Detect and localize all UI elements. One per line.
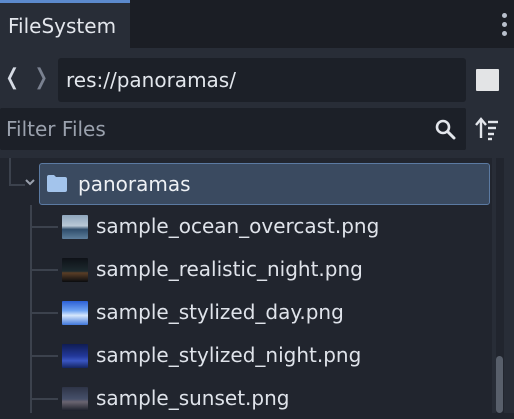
dock-tab-bar: FileSystem <box>0 0 514 48</box>
image-thumbnail-icon <box>62 301 88 325</box>
file-name: sample_stylized_day.png <box>96 300 344 324</box>
file-name: sample_ocean_overcast.png <box>96 214 380 238</box>
tree-guide-line <box>30 398 58 400</box>
tree-file-row[interactable]: sample_ocean_overcast.png <box>60 207 490 247</box>
tree-guide-line <box>9 158 11 186</box>
chevron-down-icon[interactable] <box>23 175 37 189</box>
folder-label: panoramas <box>78 172 191 196</box>
tab-filesystem[interactable]: FileSystem <box>0 0 130 48</box>
path-field[interactable]: res://panoramas/ <box>58 58 466 102</box>
tree-file-row[interactable]: sample_realistic_night.png <box>60 250 490 290</box>
split-mode-toggle[interactable] <box>476 69 499 91</box>
tab-filesystem-label: FileSystem <box>8 14 117 38</box>
tree-file-row[interactable]: sample_sunset.png <box>60 379 490 419</box>
tree-guide-line <box>30 205 32 413</box>
tree-guide-line <box>30 312 58 314</box>
file-name: sample_realistic_night.png <box>96 257 363 281</box>
folder-icon <box>47 175 67 192</box>
tree-guide-line <box>30 226 58 228</box>
scrollbar-thumb[interactable] <box>496 356 503 413</box>
tree-file-row[interactable]: sample_stylized_night.png <box>60 336 490 376</box>
sort-icon[interactable] <box>474 116 500 142</box>
chevron-left-icon[interactable]: ❬ <box>3 61 21 95</box>
tree-file-row[interactable]: sample_stylized_day.png <box>60 293 490 333</box>
filter-field[interactable] <box>0 108 466 150</box>
path-text: res://panoramas/ <box>66 68 236 92</box>
search-icon <box>435 119 456 140</box>
image-thumbnail-icon <box>62 215 88 239</box>
kebab-menu-icon[interactable] <box>502 13 508 37</box>
image-thumbnail-icon <box>62 258 88 282</box>
file-name: sample_sunset.png <box>96 386 290 410</box>
chevron-right-icon[interactable]: ❭ <box>32 61 50 95</box>
file-name: sample_stylized_night.png <box>96 343 362 367</box>
image-thumbnail-icon <box>62 344 88 368</box>
image-thumbnail-icon <box>62 387 88 411</box>
filter-input[interactable] <box>0 108 420 150</box>
tree-guide-line <box>30 355 58 357</box>
tree-guide-line <box>30 269 58 271</box>
